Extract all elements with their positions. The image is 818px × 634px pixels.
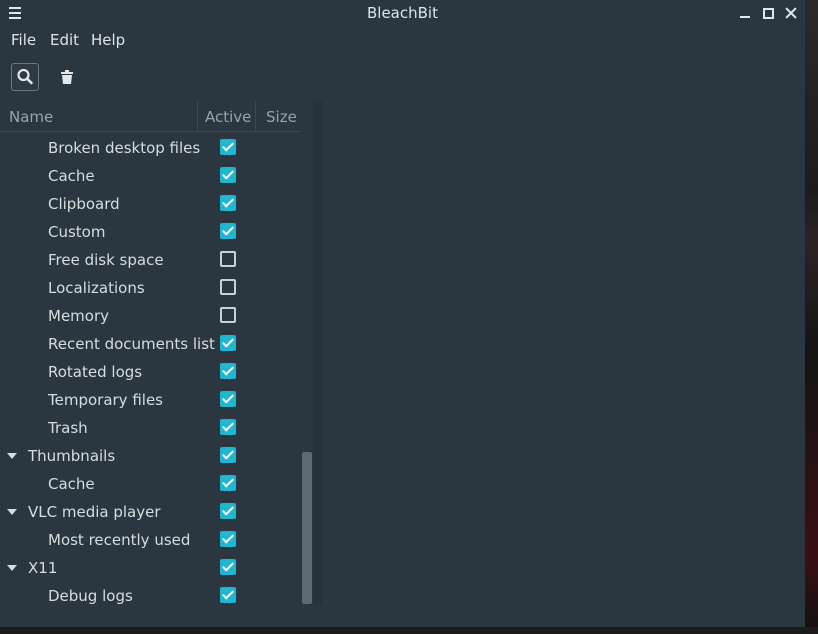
tree-row-group[interactable]: X11 [0, 554, 301, 582]
desktop-bottom-edge [0, 627, 818, 634]
tree-row-label: Trash [48, 419, 88, 437]
tree-row-label: Thumbnails [28, 447, 116, 465]
window-title: BleachBit [367, 4, 438, 22]
tree-row-label: Recent documents list [48, 335, 215, 353]
active-checkbox[interactable] [220, 531, 236, 547]
tree-row-label: VLC media player [28, 503, 161, 521]
clean-button[interactable] [53, 63, 81, 91]
tree-row[interactable]: Rotated logs [0, 358, 301, 386]
tree-row-label: Most recently used [48, 531, 191, 549]
minimize-button[interactable] [737, 5, 753, 21]
tree-row[interactable]: Trash [0, 414, 301, 442]
active-checkbox[interactable] [220, 503, 236, 519]
bleachbit-window: BleachBit File Edit Help Name Active Siz… [0, 0, 805, 627]
tree-row-label: Debug logs [48, 587, 133, 605]
desktop-wallpaper-edge [805, 0, 818, 634]
tree-row-label: Broken desktop files [48, 139, 201, 157]
tree-scrollbar-thumb[interactable] [302, 452, 312, 604]
pane-divider[interactable] [313, 101, 322, 605]
preview-button[interactable] [11, 63, 39, 91]
column-header-size[interactable]: Size [266, 108, 297, 126]
tree-row[interactable]: Clipboard [0, 190, 301, 218]
menu-bar: File Edit Help [0, 28, 805, 52]
column-header-active[interactable]: Active [205, 108, 251, 126]
active-checkbox[interactable] [220, 195, 236, 211]
tree-row-label: Cache [48, 167, 95, 185]
tree-row[interactable]: Debug logs [0, 582, 301, 605]
tree-row-label: Memory [48, 307, 110, 325]
expander-arrow-icon[interactable] [7, 453, 17, 459]
status-bar [0, 605, 805, 627]
active-checkbox[interactable] [220, 251, 236, 267]
column-separator [255, 101, 256, 131]
active-checkbox[interactable] [220, 223, 236, 239]
tree-row-group[interactable]: VLC media player [0, 498, 301, 526]
tree-row[interactable]: Cache [0, 470, 301, 498]
title-bar: BleachBit [0, 0, 805, 26]
menu-file[interactable]: File [11, 31, 36, 49]
trash-icon [61, 70, 73, 84]
column-header-name[interactable]: Name [9, 108, 53, 126]
tree-row-label: Cache [48, 475, 95, 493]
tree-row[interactable]: Localizations [0, 274, 301, 302]
tree-row[interactable]: Memory [0, 302, 301, 330]
active-checkbox[interactable] [220, 475, 236, 491]
details-pane [322, 101, 805, 605]
menu-help[interactable]: Help [91, 31, 125, 49]
active-checkbox[interactable] [220, 167, 236, 183]
tree-row[interactable]: Recent documents list [0, 330, 301, 358]
tree-row-label: Clipboard [48, 195, 120, 213]
active-checkbox[interactable] [220, 391, 236, 407]
tree-row-label: Custom [48, 223, 106, 241]
tree-row[interactable]: Free disk space [0, 246, 301, 274]
maximize-button[interactable] [760, 5, 776, 21]
active-checkbox[interactable] [220, 559, 236, 575]
tree-row[interactable]: Broken desktop files [0, 134, 301, 162]
toolbar [0, 58, 805, 98]
tree-row[interactable]: Temporary files [0, 386, 301, 414]
column-separator [197, 101, 198, 131]
tree-row[interactable]: Custom [0, 218, 301, 246]
tree-row-label: Rotated logs [48, 363, 143, 381]
active-checkbox[interactable] [220, 335, 236, 351]
tree-header: Name Active Size [0, 101, 301, 132]
active-checkbox[interactable] [220, 419, 236, 435]
tree-row-label: Temporary files [48, 391, 163, 409]
tree-row-label: Free disk space [48, 251, 164, 269]
active-checkbox[interactable] [220, 587, 236, 603]
tree-row-label: Localizations [48, 279, 145, 297]
active-checkbox[interactable] [220, 279, 236, 295]
cleaner-tree: Name Active Size Broken desktop files Cac… [0, 101, 301, 605]
active-checkbox[interactable] [220, 363, 236, 379]
tree-row[interactable]: Most recently used [0, 526, 301, 554]
expander-arrow-icon[interactable] [7, 509, 17, 515]
close-button[interactable] [783, 5, 799, 21]
tree-row-label: X11 [28, 559, 58, 577]
tree-row[interactable]: Cache [0, 162, 301, 190]
active-checkbox[interactable] [220, 307, 236, 323]
active-checkbox[interactable] [220, 447, 236, 463]
active-checkbox[interactable] [220, 139, 236, 155]
expander-arrow-icon[interactable] [7, 565, 17, 571]
menu-edit[interactable]: Edit [50, 31, 79, 49]
tree-row-group[interactable]: Thumbnails [0, 442, 301, 470]
search-icon [17, 68, 33, 85]
